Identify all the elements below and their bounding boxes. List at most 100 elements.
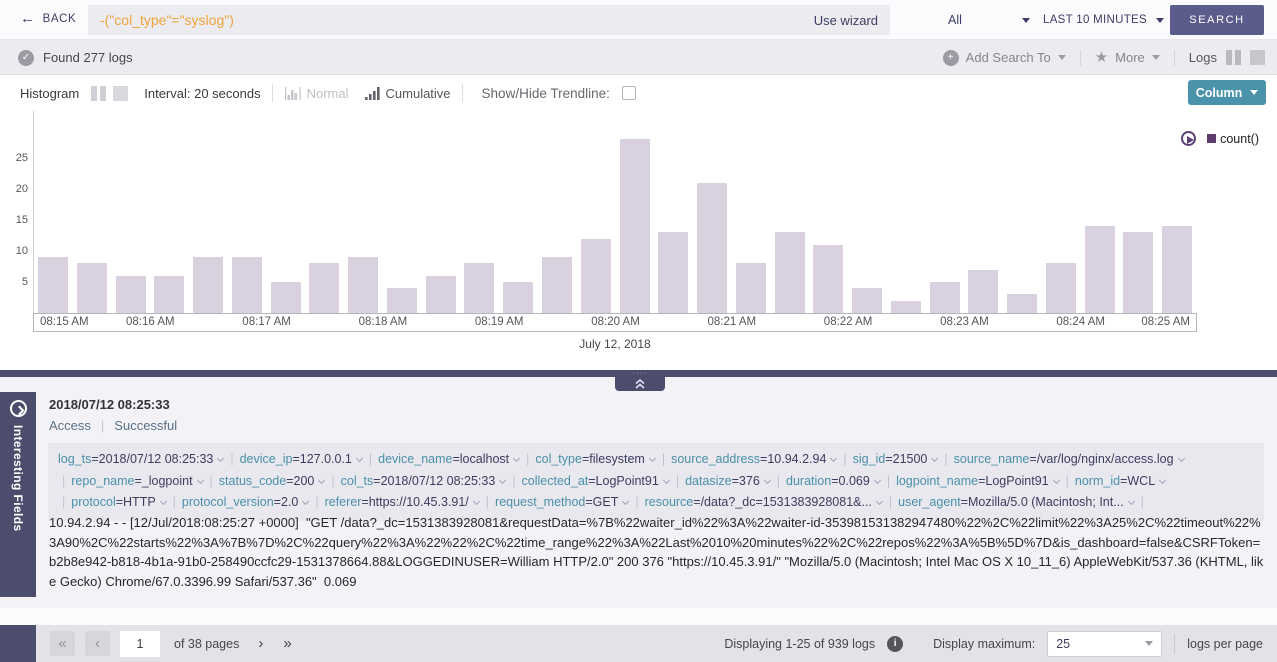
search-query-text[interactable]: -("col_type"="syslog") [100, 12, 814, 28]
histogram-bar[interactable] [1123, 232, 1153, 313]
column-view-icon[interactable] [1226, 50, 1241, 65]
histogram-bar[interactable] [464, 263, 494, 313]
chevron-down-icon[interactable] [160, 498, 167, 505]
histogram-bar[interactable] [891, 301, 921, 313]
histogram-bar[interactable] [620, 139, 650, 313]
log-field-pill[interactable]: col_ts=2018/07/12 08:25:33 [341, 474, 509, 488]
histogram-bar[interactable] [775, 232, 805, 313]
log-field-pill[interactable]: logpoint_name=LogPoint91 [896, 474, 1062, 488]
histogram-bar[interactable] [77, 263, 107, 313]
chevron-down-icon[interactable] [1178, 455, 1185, 462]
chevron-down-icon[interactable] [513, 455, 520, 462]
panel-divider[interactable]: ···· [0, 370, 1277, 377]
prev-page-button[interactable]: ‹ [85, 631, 110, 656]
histogram-bar[interactable] [193, 257, 223, 313]
log-field-pill[interactable]: duration=0.069 [786, 474, 883, 488]
histogram-bar[interactable] [1046, 263, 1076, 313]
interesting-fields-sidebar[interactable]: Interesting Fields [0, 392, 36, 597]
log-field-pill[interactable]: norm_id=WCL [1075, 474, 1168, 488]
log-label-successful[interactable]: Successful [114, 418, 177, 433]
histogram-bar[interactable] [697, 183, 727, 313]
log-label-access[interactable]: Access [49, 418, 91, 433]
chevron-down-icon[interactable] [197, 476, 204, 483]
add-search-to-button[interactable]: + Add Search To [943, 50, 1066, 66]
log-field-pill[interactable]: repo_name=_logpoint [71, 474, 205, 488]
info-icon[interactable]: i [887, 636, 903, 652]
chevron-right-circle-icon[interactable] [10, 400, 27, 417]
chevron-down-icon[interactable] [649, 455, 656, 462]
histogram-bar[interactable] [116, 276, 146, 313]
histogram-bar[interactable] [309, 263, 339, 313]
histogram-column-toggle-icon[interactable] [91, 86, 106, 101]
histogram-bar[interactable] [271, 282, 301, 313]
collapse-panel-tab[interactable] [615, 377, 665, 391]
search-query-field[interactable]: -("col_type"="syslog") Use wizard [88, 5, 890, 35]
histogram-bar[interactable] [542, 257, 572, 313]
histogram-bar[interactable] [1085, 226, 1115, 313]
chevron-down-icon[interactable] [473, 498, 480, 505]
chevron-down-icon[interactable] [1053, 476, 1060, 483]
histogram-bar[interactable] [38, 257, 68, 313]
log-field-pill[interactable]: user_agent=Mozilla/5.0 (Macintosh; Int..… [898, 495, 1136, 509]
log-field-pill[interactable]: sig_id=21500 [853, 452, 941, 466]
histogram-bar[interactable] [813, 245, 843, 313]
log-field-pill[interactable]: status_code=200 [219, 474, 328, 488]
log-field-pill[interactable]: device_name=localhost [378, 452, 522, 466]
histogram-bar[interactable] [852, 288, 882, 313]
next-page-button[interactable]: › [253, 635, 268, 652]
histogram-bar[interactable] [968, 270, 998, 313]
chart-type-column-button[interactable]: Column [1188, 80, 1266, 105]
first-page-button[interactable]: « [50, 631, 75, 656]
search-button[interactable]: SEARCH [1170, 5, 1264, 35]
histogram-solid-toggle-icon[interactable] [113, 86, 128, 101]
page-number-input[interactable] [120, 631, 160, 657]
log-field-pill[interactable]: collected_at=LogPoint91 [522, 474, 672, 488]
histogram-bar[interactable] [426, 276, 456, 313]
chevron-down-icon[interactable] [874, 476, 881, 483]
chevron-down-icon[interactable] [876, 498, 883, 505]
log-field-pill[interactable]: col_type=filesystem [535, 452, 657, 466]
trendline-checkbox[interactable] [622, 86, 636, 100]
histogram-bar[interactable] [581, 239, 611, 313]
grid-view-icon[interactable] [1250, 50, 1265, 65]
chevron-down-icon[interactable] [622, 498, 629, 505]
cumulative-mode-button[interactable]: Cumulative [365, 86, 451, 101]
histogram-bar[interactable] [736, 263, 766, 313]
chevron-down-icon[interactable] [302, 498, 309, 505]
more-button[interactable]: ★ More [1095, 50, 1160, 65]
time-range-dropdown[interactable]: LAST 10 MINUTES [1043, 0, 1168, 40]
histogram-bar[interactable] [1007, 294, 1037, 313]
repo-scope-dropdown[interactable]: All [905, 0, 1035, 40]
logs-per-page-select[interactable]: 25 [1047, 631, 1162, 657]
chevron-down-icon[interactable] [217, 455, 224, 462]
histogram-bar[interactable] [658, 232, 688, 313]
histogram-bar[interactable] [387, 288, 417, 313]
last-page-button[interactable]: » [278, 635, 296, 652]
log-field-pill[interactable]: source_name=/var/log/nginx/access.log [954, 452, 1187, 466]
log-field-pill[interactable]: device_ip=127.0.0.1 [240, 452, 365, 466]
normal-mode-button[interactable]: Normal [284, 86, 349, 101]
chevron-down-icon[interactable] [1128, 498, 1135, 505]
chevron-down-icon[interactable] [499, 476, 506, 483]
chevron-down-icon[interactable] [931, 455, 938, 462]
log-field-pill[interactable]: protocol=HTTP [71, 495, 168, 509]
log-field-pill[interactable]: protocol_version=2.0 [182, 495, 311, 509]
chevron-down-icon[interactable] [830, 455, 837, 462]
chevron-down-icon[interactable] [1159, 476, 1166, 483]
chevron-down-icon[interactable] [356, 455, 363, 462]
histogram-bar[interactable] [232, 257, 262, 313]
log-field-pill[interactable]: referer=https://10.45.3.91/ [325, 495, 482, 509]
chevron-down-icon[interactable] [318, 476, 325, 483]
log-field-pill[interactable]: resource=/data?_dc=1531383928081&... [645, 495, 885, 509]
chevron-down-icon[interactable] [663, 476, 670, 483]
histogram-bar[interactable] [1162, 226, 1192, 313]
histogram-bar[interactable] [154, 276, 184, 313]
histogram-bar[interactable] [930, 282, 960, 313]
log-field-pill[interactable]: datasize=376 [685, 474, 773, 488]
raw-log-message[interactable]: 10.94.2.94 - - [12/Jul/2018:08:25:27 +00… [49, 513, 1265, 591]
log-field-pill[interactable]: source_address=10.94.2.94 [671, 452, 839, 466]
histogram-bar[interactable] [503, 282, 533, 313]
back-button[interactable]: ← BACK [20, 11, 76, 26]
histogram-bar[interactable] [348, 257, 378, 313]
chevron-down-icon[interactable] [764, 476, 771, 483]
